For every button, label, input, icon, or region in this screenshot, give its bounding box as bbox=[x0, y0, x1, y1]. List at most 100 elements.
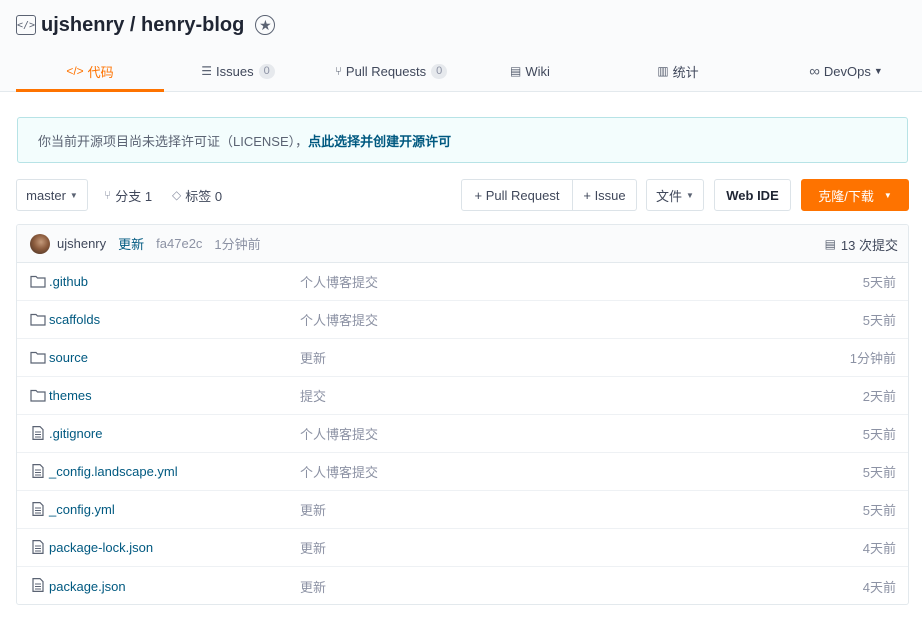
branches-link[interactable]: ⑂ 分支 1 bbox=[104, 179, 152, 211]
chevron-down-icon: ▼ bbox=[873, 66, 883, 76]
repo-separator: / bbox=[124, 13, 142, 36]
file-icon bbox=[30, 464, 46, 478]
files-dropdown[interactable]: 文件 ▼ bbox=[646, 179, 704, 211]
tab-stats-label: 统计 bbox=[672, 64, 699, 80]
file-commit-time: 4天前 bbox=[862, 541, 896, 556]
repo-owner[interactable]: ujshenry bbox=[41, 14, 124, 36]
commit-count-link[interactable]: ▤ 13 次提交 bbox=[825, 225, 898, 263]
chevron-down-icon: ▼ bbox=[69, 190, 78, 200]
file-name-link[interactable]: package-lock.json bbox=[49, 540, 153, 555]
code-repo-icon: </> bbox=[16, 15, 36, 35]
infinity-icon: ∞ bbox=[809, 62, 820, 80]
table-row[interactable]: .github 个人博客提交 5天前 bbox=[17, 263, 908, 301]
repo-name[interactable]: henry-blog bbox=[141, 14, 244, 36]
table-row[interactable]: source 更新 1分钟前 bbox=[17, 339, 908, 377]
recommend-badge-icon[interactable]: ★ bbox=[255, 15, 276, 35]
tab-pull-requests-label: Pull Requests bbox=[345, 63, 427, 79]
tab-pull-requests[interactable]: ⑂ Pull Requests 0 bbox=[312, 51, 470, 91]
latest-commit-bar: ujshenry 更新 fa47e2c 1分钟前 ▤ 13 次提交 bbox=[17, 225, 908, 263]
issues-icon: ☰ bbox=[201, 64, 213, 78]
folder-icon bbox=[30, 312, 46, 326]
table-row[interactable]: package.json 更新 4天前 bbox=[17, 567, 908, 604]
tab-wiki-label: Wiki bbox=[525, 63, 550, 79]
tab-devops[interactable]: ∞ DevOps ▼ bbox=[766, 51, 922, 91]
web-ide-button[interactable]: Web IDE bbox=[714, 179, 791, 211]
table-row[interactable]: _config.landscape.yml 个人博客提交 5天前 bbox=[17, 453, 908, 491]
repo-toolbar: master ▼ ⑂ 分支 1 ◇ 标签 0 + Pull Request + … bbox=[16, 179, 909, 211]
file-commit-time: 4天前 bbox=[862, 579, 896, 595]
repo-title[interactable]: ujshenry / henry-blog bbox=[41, 14, 244, 37]
file-name-link[interactable]: _config.landscape.yml bbox=[49, 464, 178, 479]
file-commit-message[interactable]: 个人博客提交 bbox=[300, 424, 378, 443]
tab-issues[interactable]: ☰ Issues 0 bbox=[164, 51, 312, 91]
commit-sha[interactable]: fa47e2c bbox=[156, 236, 202, 251]
table-row[interactable]: .gitignore 个人博客提交 5天前 bbox=[17, 415, 908, 453]
pull-requests-count-badge: 0 bbox=[431, 63, 448, 79]
tag-icon: ◇ bbox=[172, 188, 182, 202]
file-icon bbox=[30, 426, 46, 440]
table-row[interactable]: package-lock.json 更新 4天前 bbox=[17, 529, 908, 567]
file-commit-message[interactable]: 提交 bbox=[300, 386, 326, 405]
file-name-link[interactable]: package.json bbox=[49, 579, 126, 594]
avatar[interactable] bbox=[30, 233, 50, 254]
clone-download-button[interactable]: 克隆/下载 ▼ bbox=[801, 179, 909, 211]
file-list: .github 个人博客提交 5天前 scaffolds 个人博客提交 5天前 source… bbox=[17, 263, 908, 604]
file-commit-message[interactable]: 个人博客提交 bbox=[300, 462, 378, 481]
table-row[interactable]: scaffolds 个人博客提交 5天前 bbox=[17, 301, 908, 339]
create-license-link[interactable]: 点此选择并创建开源许可 bbox=[308, 131, 451, 150]
chevron-down-icon: ▼ bbox=[883, 190, 892, 200]
file-icon bbox=[30, 578, 46, 592]
folder-icon bbox=[30, 350, 46, 364]
tab-code[interactable]: </> 代码 bbox=[16, 51, 164, 92]
file-commit-time: 5天前 bbox=[862, 275, 896, 290]
file-name-link[interactable]: scaffolds bbox=[49, 312, 100, 327]
file-commit-time: 5天前 bbox=[862, 427, 896, 442]
table-row[interactable]: themes 提交 2天前 bbox=[17, 377, 908, 415]
file-name-link[interactable]: source bbox=[49, 350, 88, 365]
tab-devops-label: DevOps bbox=[823, 63, 871, 79]
wiki-icon: ▤ bbox=[510, 64, 522, 78]
file-commit-time: 1分钟前 bbox=[849, 351, 896, 366]
new-issue-button[interactable]: + Issue bbox=[572, 180, 636, 210]
file-name-link[interactable]: themes bbox=[49, 388, 92, 403]
file-icon bbox=[30, 502, 46, 516]
stats-icon: ▥ bbox=[657, 64, 669, 78]
license-notice: 你当前开源项目尚未选择许可证（LICENSE）， 点此选择并创建开源许可 bbox=[17, 117, 908, 163]
file-name-link[interactable]: .github bbox=[49, 274, 88, 289]
file-name-link[interactable]: .gitignore bbox=[49, 426, 102, 441]
file-commit-message[interactable]: 个人博客提交 bbox=[300, 310, 378, 329]
file-commit-message[interactable]: 更新 bbox=[300, 538, 326, 557]
table-row[interactable]: _config.yml 更新 5天前 bbox=[17, 491, 908, 529]
license-notice-text: 你当前开源项目尚未选择许可证（LICENSE）， bbox=[38, 133, 309, 149]
tab-wiki[interactable]: ▤ Wiki bbox=[470, 51, 590, 91]
repo-title-row: </> ujshenry / henry-blog ★ bbox=[16, 12, 276, 38]
commit-message[interactable]: 更新 bbox=[118, 234, 144, 253]
file-commit-time: 2天前 bbox=[862, 389, 896, 404]
new-pull-request-button[interactable]: + Pull Request bbox=[462, 180, 572, 210]
folder-icon bbox=[30, 388, 46, 402]
tab-code-label: 代码 bbox=[87, 64, 114, 80]
commit-time: 1分钟前 bbox=[214, 237, 261, 252]
file-commit-time: 5天前 bbox=[862, 503, 896, 518]
file-table: ujshenry 更新 fa47e2c 1分钟前 ▤ 13 次提交 .githu… bbox=[16, 224, 909, 605]
folder-icon bbox=[30, 274, 46, 288]
pull-request-icon: ⑂ bbox=[334, 64, 342, 78]
code-icon: </> bbox=[66, 64, 84, 78]
file-name-link[interactable]: _config.yml bbox=[49, 502, 115, 517]
file-commit-message[interactable]: 更新 bbox=[300, 348, 326, 367]
file-commit-message[interactable]: 更新 bbox=[300, 500, 326, 519]
repo-header: </> ujshenry / henry-blog ★ </> 代码 ☰ Iss… bbox=[0, 0, 922, 92]
issues-count-badge: 0 bbox=[258, 63, 275, 79]
tab-issues-label: Issues bbox=[216, 63, 254, 79]
tags-link[interactable]: ◇ 标签 0 bbox=[172, 179, 222, 211]
file-commit-message[interactable]: 个人博客提交 bbox=[300, 272, 378, 291]
branches-label: 分支 1 bbox=[115, 188, 153, 204]
chevron-down-icon: ▼ bbox=[686, 190, 694, 200]
tab-stats[interactable]: ▥ 统计 bbox=[590, 51, 766, 91]
file-commit-message[interactable]: 更新 bbox=[300, 577, 326, 596]
file-commit-time: 5天前 bbox=[862, 313, 896, 328]
branch-select[interactable]: master ▼ bbox=[16, 179, 88, 211]
branch-icon: ⑂ bbox=[104, 188, 112, 202]
commit-author[interactable]: ujshenry bbox=[57, 236, 106, 251]
files-dropdown-label: 文件 bbox=[656, 188, 683, 204]
